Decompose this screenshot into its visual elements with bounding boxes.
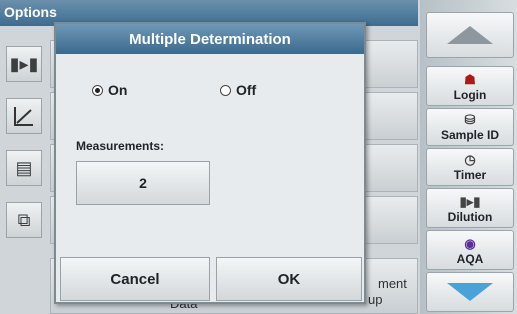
- sample-id-label: Sample ID: [440, 128, 500, 142]
- right-sidebar: ☗ Login ⛁ Sample ID ◷ Timer ▮▸▮ Dilution…: [420, 0, 517, 314]
- aqa-button[interactable]: ◉ AQA: [426, 230, 514, 270]
- scroll-down-button[interactable]: [426, 272, 514, 312]
- timer-label: Timer: [453, 168, 487, 182]
- background-measurement-label: ment: [378, 276, 407, 291]
- person-icon: ☗: [464, 72, 476, 87]
- sample-id-button[interactable]: ⛁ Sample ID: [426, 108, 514, 146]
- graph-icon[interactable]: [6, 98, 42, 134]
- aqa-icon: ◉: [464, 236, 476, 251]
- dilution-label: Dilution: [447, 210, 493, 224]
- dialog-title: Multiple Determination: [56, 24, 364, 54]
- cancel-button[interactable]: Cancel: [60, 257, 210, 301]
- copy-icon[interactable]: ⧉: [6, 202, 42, 238]
- radio-on-indicator[interactable]: [92, 84, 103, 96]
- radio-off[interactable]: Off: [220, 82, 256, 98]
- login-label: Login: [453, 88, 487, 102]
- arrow-down-icon: [447, 283, 493, 301]
- radio-on-label: On: [108, 82, 128, 98]
- radio-off-indicator[interactable]: [220, 84, 231, 96]
- aqa-label: AQA: [456, 252, 484, 266]
- screen: Options Data ment up ▮▸▮ ▤ ⧉ ☗ Login ⛁ S…: [0, 0, 517, 314]
- arrow-up-icon: [447, 26, 493, 44]
- dilution-button[interactable]: ▮▸▮ Dilution: [426, 188, 514, 228]
- login-button[interactable]: ☗ Login: [426, 66, 514, 106]
- scroll-up-button[interactable]: [426, 12, 514, 58]
- ok-button[interactable]: OK: [216, 257, 362, 301]
- measurements-label: Measurements:: [76, 139, 165, 153]
- timer-icon: ◷: [464, 152, 476, 167]
- timer-button[interactable]: ◷ Timer: [426, 148, 514, 186]
- vials-icon[interactable]: ▮▸▮: [6, 46, 42, 82]
- multiple-determination-dialog: Multiple Determination On Off Measuremen…: [54, 22, 366, 304]
- radio-on[interactable]: On: [92, 82, 127, 98]
- measurements-value-button[interactable]: 2: [76, 161, 210, 205]
- background-left-icons: ▮▸▮ ▤ ⧉: [0, 40, 48, 270]
- background-setup-label: up: [368, 292, 383, 307]
- vial-icon[interactable]: ▤: [6, 150, 42, 186]
- dilution-icon: ▮▸▮: [459, 194, 481, 209]
- vial-icon: ⛁: [464, 112, 476, 127]
- radio-off-label: Off: [236, 82, 257, 98]
- background-title: Options: [4, 4, 57, 20]
